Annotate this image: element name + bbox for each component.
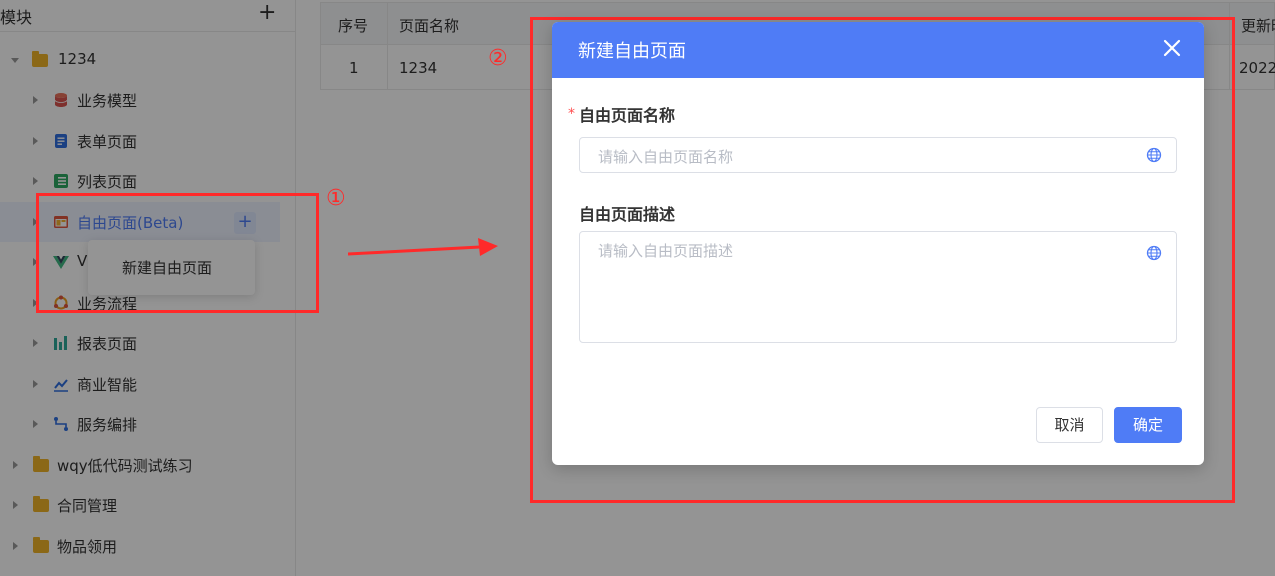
confirm-button[interactable]: 确定 — [1114, 407, 1182, 443]
annotation-box-1 — [36, 193, 319, 313]
required-mark: * — [568, 106, 575, 122]
annotation-label-2: ② — [488, 46, 508, 71]
desc-textarea-placeholder: 请输入自由页面描述 — [598, 242, 734, 260]
new-free-page-dialog: 新建自由页面 * 自由页面名称 请输入自由页面名称 自由页面描述 请输入自由页面… — [552, 22, 1204, 465]
desc-field-label: 自由页面描述 — [579, 205, 676, 224]
globe-icon[interactable] — [1146, 147, 1162, 163]
annotation-label-1: ① — [326, 186, 346, 211]
desc-textarea[interactable]: 请输入自由页面描述 — [579, 231, 1177, 343]
dialog-title: 新建自由页面 — [578, 41, 686, 62]
name-input-placeholder: 请输入自由页面名称 — [598, 148, 734, 166]
name-input[interactable]: 请输入自由页面名称 — [579, 137, 1177, 173]
annotation-arrow — [348, 238, 498, 256]
name-field-label: 自由页面名称 — [579, 106, 676, 125]
dialog-header: 新建自由页面 — [552, 22, 1204, 78]
close-icon[interactable] — [1160, 36, 1184, 60]
cancel-button[interactable]: 取消 — [1036, 407, 1103, 443]
globe-icon[interactable] — [1146, 245, 1162, 261]
